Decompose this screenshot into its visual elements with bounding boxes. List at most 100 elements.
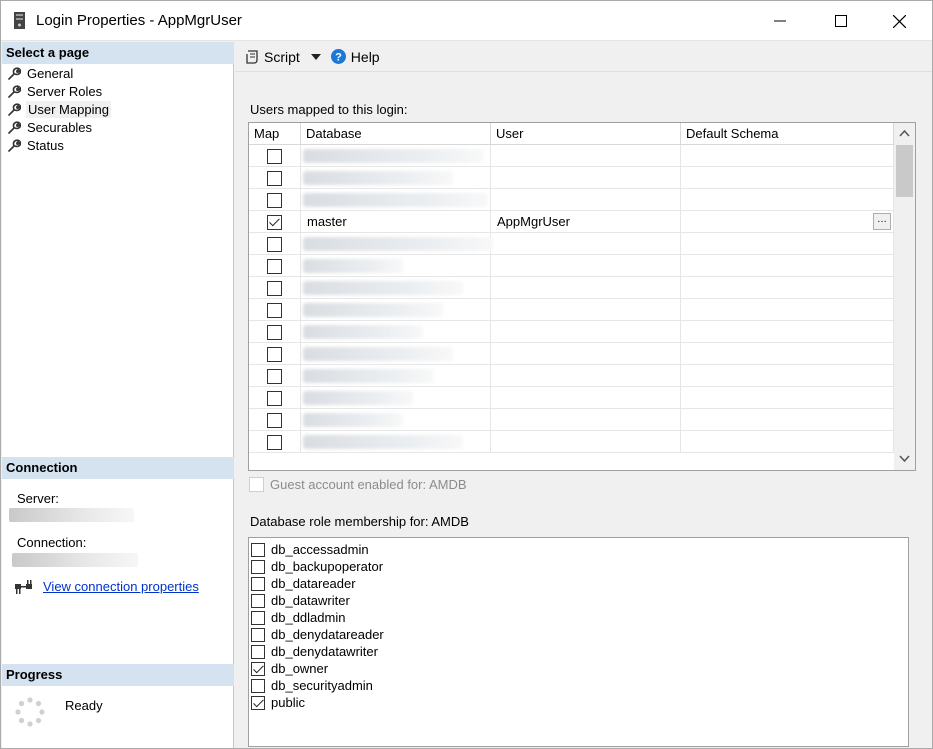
maximize-button[interactable] [816,1,866,41]
role-checkbox[interactable] [251,542,265,557]
role-item-db-backupoperator[interactable]: db_backupoperator [249,558,908,575]
default-schema-cell[interactable]: … [681,211,894,233]
view-connection-properties-link[interactable]: View connection properties [43,579,199,594]
default-schema-cell[interactable] [681,343,894,365]
scroll-up-icon[interactable] [898,127,911,140]
user-cell[interactable] [491,255,681,277]
script-button[interactable]: Script [245,49,321,65]
database-cell[interactable]: master [301,211,491,233]
map-checkbox[interactable] [267,324,282,340]
table-row[interactable]: master AppMgrUser … [249,211,894,233]
database-cell[interactable] [301,409,491,431]
chevron-down-icon[interactable] [310,53,321,60]
table-row[interactable] [249,387,894,409]
page-item-general[interactable]: General [8,64,111,82]
role-item-db-accessadmin[interactable]: db_accessadmin [249,541,908,558]
map-checkbox[interactable] [267,148,282,164]
map-checkbox[interactable] [267,302,282,318]
column-header-default-schema[interactable]: Default Schema [681,123,894,145]
database-cell[interactable] [301,299,491,321]
help-button[interactable]: ? Help [330,49,380,65]
database-cell[interactable] [301,387,491,409]
map-checkbox[interactable] [267,236,282,252]
user-cell[interactable] [491,233,681,255]
user-cell[interactable] [491,145,681,167]
database-cell[interactable] [301,365,491,387]
default-schema-cell[interactable] [681,167,894,189]
column-header-map[interactable]: Map [249,123,301,145]
map-checkbox[interactable] [267,192,282,208]
role-checkbox[interactable] [251,559,265,574]
database-cell[interactable] [301,189,491,211]
role-checkbox[interactable] [251,627,265,642]
database-cell[interactable] [301,277,491,299]
map-checkbox[interactable] [267,434,282,450]
table-row[interactable] [249,409,894,431]
map-checkbox[interactable] [267,368,282,384]
role-checkbox[interactable] [251,610,265,625]
user-cell[interactable] [491,321,681,343]
user-cell[interactable]: AppMgrUser [491,211,681,233]
map-checkbox[interactable] [267,170,282,186]
map-checkbox[interactable] [267,390,282,406]
grid-scrollbar[interactable] [894,123,915,470]
role-item-db-datareader[interactable]: db_datareader [249,575,908,592]
default-schema-cell[interactable] [681,145,894,167]
user-cell[interactable] [491,387,681,409]
user-cell[interactable] [491,365,681,387]
map-checkbox[interactable] [267,214,282,230]
role-checkbox[interactable] [251,678,265,693]
table-row[interactable] [249,145,894,167]
database-cell[interactable] [301,167,491,189]
default-schema-cell[interactable] [681,189,894,211]
table-row[interactable] [249,321,894,343]
map-checkbox[interactable] [267,258,282,274]
table-row[interactable] [249,255,894,277]
schema-browse-button[interactable]: … [873,213,891,230]
default-schema-cell[interactable] [681,299,894,321]
default-schema-cell[interactable] [681,431,894,453]
user-cell[interactable] [491,189,681,211]
table-row[interactable] [249,431,894,453]
page-item-user-mapping[interactable]: User Mapping [8,100,111,118]
role-item-db-denydatawriter[interactable]: db_denydatawriter [249,643,908,660]
map-checkbox[interactable] [267,346,282,362]
table-row[interactable] [249,343,894,365]
close-button[interactable] [874,1,924,41]
table-row[interactable] [249,365,894,387]
database-cell[interactable] [301,343,491,365]
user-cell[interactable] [491,431,681,453]
database-cell[interactable] [301,233,493,255]
user-cell[interactable] [491,299,681,321]
role-checkbox[interactable] [251,661,265,676]
default-schema-cell[interactable] [681,277,894,299]
role-item-db-securityadmin[interactable]: db_securityadmin [249,677,908,694]
guest-account-checkbox[interactable] [249,477,264,492]
default-schema-cell[interactable] [681,365,894,387]
role-item-public[interactable]: public [249,694,908,711]
database-cell[interactable] [301,431,491,453]
user-cell[interactable] [491,409,681,431]
default-schema-cell[interactable] [681,387,894,409]
map-checkbox[interactable] [267,280,282,296]
user-cell[interactable] [491,277,681,299]
map-checkbox[interactable] [267,412,282,428]
database-cell[interactable] [301,321,491,343]
minimize-button[interactable] [755,1,805,41]
role-item-db-denydatareader[interactable]: db_denydatareader [249,626,908,643]
database-cell[interactable] [301,255,491,277]
guest-account-option[interactable]: Guest account enabled for: AMDB [249,477,467,492]
role-checkbox[interactable] [251,576,265,591]
role-checkbox[interactable] [251,695,265,710]
table-row[interactable] [249,299,894,321]
default-schema-cell[interactable] [681,321,894,343]
scroll-down-icon[interactable] [898,452,911,465]
table-row[interactable] [249,189,894,211]
user-cell[interactable] [491,167,681,189]
page-item-server-roles[interactable]: Server Roles [8,82,111,100]
role-item-db-owner[interactable]: db_owner [249,660,908,677]
page-item-status[interactable]: Status [8,136,111,154]
default-schema-cell[interactable] [681,233,894,255]
table-row[interactable] [249,167,894,189]
user-cell[interactable] [491,343,681,365]
